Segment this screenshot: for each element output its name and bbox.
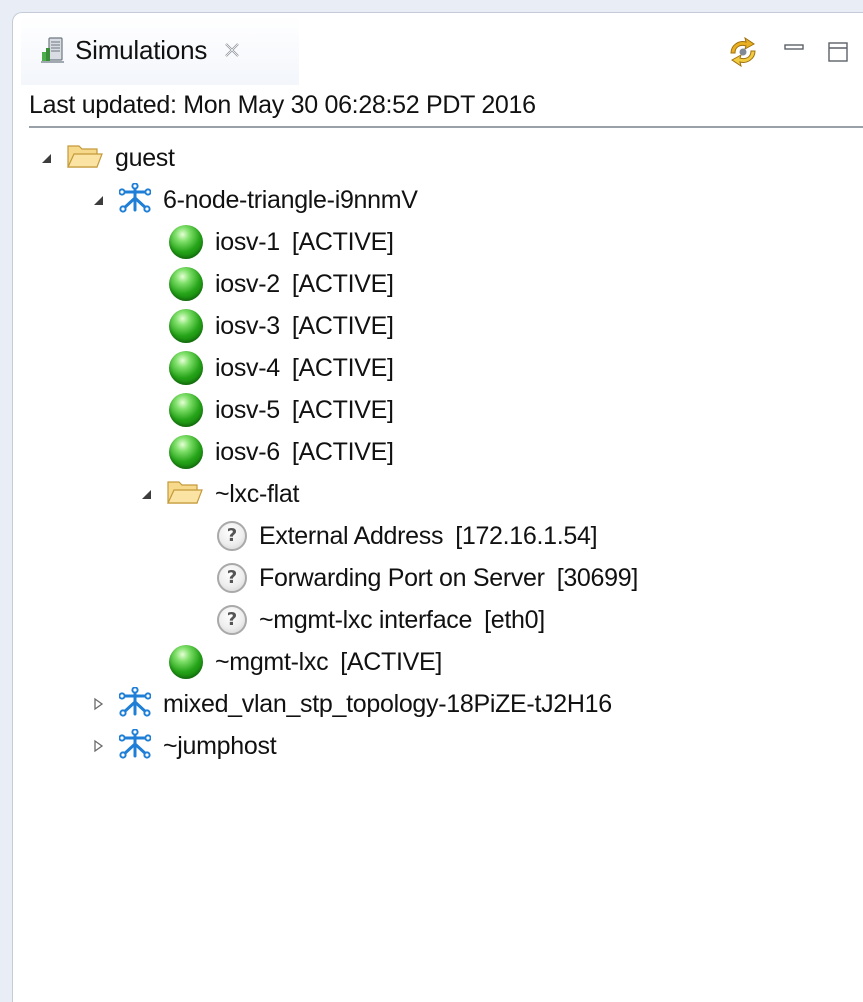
active-status-icon bbox=[169, 351, 203, 385]
tree-item-label: ~jumphost bbox=[163, 731, 277, 760]
collapsed-arrow-icon[interactable] bbox=[91, 697, 105, 711]
node-name: iosv-3 bbox=[215, 311, 280, 340]
expanded-arrow-icon[interactable] bbox=[91, 193, 105, 207]
property-value: [172.16.1.54] bbox=[455, 521, 598, 550]
last-updated-label: Last updated: Mon May 30 06:28:52 PDT 20… bbox=[29, 91, 536, 119]
tree-item-node[interactable]: iosv-4 [ACTIVE] bbox=[169, 347, 394, 389]
tree-item-node[interactable]: iosv-6 [ACTIVE] bbox=[169, 431, 394, 473]
node-name: iosv-2 bbox=[215, 269, 280, 298]
node-name: ~mgmt-lxc bbox=[215, 647, 329, 676]
expanded-arrow-icon[interactable] bbox=[39, 151, 53, 165]
property-value: [eth0] bbox=[484, 605, 545, 634]
tree-item-node[interactable]: iosv-2 [ACTIVE] bbox=[169, 263, 394, 305]
tree-item-property[interactable]: ? Forwarding Port on Server [30699] bbox=[217, 557, 638, 599]
tree-item-guest[interactable]: guest bbox=[39, 137, 175, 179]
property-name: ~mgmt-lxc interface bbox=[259, 605, 473, 634]
topology-icon bbox=[118, 727, 152, 764]
folder-open-icon bbox=[67, 142, 103, 175]
tree-item-node[interactable]: iosv-1 [ACTIVE] bbox=[169, 221, 394, 263]
minimize-icon[interactable] bbox=[783, 41, 805, 68]
tree-item-label: mixed_vlan_stp_topology-18PiZE-tJ2H16 bbox=[163, 689, 612, 718]
help-question-icon: ? bbox=[217, 605, 247, 635]
tree-item-lxc-flat[interactable]: ~lxc-flat bbox=[139, 473, 299, 515]
tree-item-node[interactable]: iosv-3 [ACTIVE] bbox=[169, 305, 394, 347]
tree-item-property[interactable]: ? External Address [172.16.1.54] bbox=[217, 515, 598, 557]
tab-title: Simulations bbox=[75, 34, 208, 65]
node-status: [ACTIVE] bbox=[340, 647, 443, 676]
node-status: [ACTIVE] bbox=[291, 269, 394, 298]
active-status-icon bbox=[169, 309, 203, 343]
node-status: [ACTIVE] bbox=[291, 395, 394, 424]
tree-item-label: 6-node-triangle-i9nnmV bbox=[163, 185, 418, 214]
tree-item-label: ~lxc-flat bbox=[215, 479, 300, 508]
node-name: iosv-4 bbox=[215, 353, 280, 382]
header-divider bbox=[29, 126, 863, 128]
simulations-tab[interactable]: Simulations bbox=[21, 15, 299, 85]
view-toolbar bbox=[725, 36, 849, 72]
tree-item-label: guest bbox=[115, 143, 175, 172]
node-name: iosv-1 bbox=[215, 227, 280, 256]
collapsed-arrow-icon[interactable] bbox=[91, 739, 105, 753]
topology-icon bbox=[118, 685, 152, 722]
tree-item-topology[interactable]: 6-node-triangle-i9nnmV bbox=[91, 179, 418, 221]
expanded-arrow-icon[interactable] bbox=[139, 487, 153, 501]
tree-item-node[interactable]: ~mgmt-lxc [ACTIVE] bbox=[169, 641, 442, 683]
node-name: iosv-6 bbox=[215, 437, 280, 466]
active-status-icon bbox=[169, 645, 203, 679]
node-status: [ACTIVE] bbox=[291, 227, 394, 256]
tree-item-topology[interactable]: ~jumphost bbox=[91, 725, 277, 767]
refresh-icon[interactable] bbox=[725, 36, 761, 72]
node-status: [ACTIVE] bbox=[291, 437, 394, 466]
property-value: [30699] bbox=[556, 563, 639, 592]
topology-icon bbox=[118, 181, 152, 218]
help-question-icon: ? bbox=[217, 563, 247, 593]
tree-item-node[interactable]: iosv-5 [ACTIVE] bbox=[169, 389, 394, 431]
property-name: External Address bbox=[259, 521, 444, 550]
active-status-icon bbox=[169, 267, 203, 301]
active-status-icon bbox=[169, 225, 203, 259]
active-status-icon bbox=[169, 435, 203, 469]
node-name: iosv-5 bbox=[215, 395, 280, 424]
node-status: [ACTIVE] bbox=[291, 353, 394, 382]
maximize-icon[interactable] bbox=[827, 41, 849, 68]
tree-item-property[interactable]: ? ~mgmt-lxc interface [eth0] bbox=[217, 599, 545, 641]
help-question-icon: ? bbox=[217, 521, 247, 551]
simulations-view: Simulations Last updated: Mon May 30 06:… bbox=[12, 12, 863, 1002]
close-icon[interactable] bbox=[223, 41, 241, 59]
property-name: Forwarding Port on Server bbox=[259, 563, 545, 592]
node-status: [ACTIVE] bbox=[291, 311, 394, 340]
view-tab-bar: Simulations bbox=[13, 13, 863, 87]
tree-item-topology[interactable]: mixed_vlan_stp_topology-18PiZE-tJ2H16 bbox=[91, 683, 612, 725]
simulations-server-icon bbox=[41, 37, 65, 63]
active-status-icon bbox=[169, 393, 203, 427]
folder-open-icon bbox=[167, 478, 203, 511]
